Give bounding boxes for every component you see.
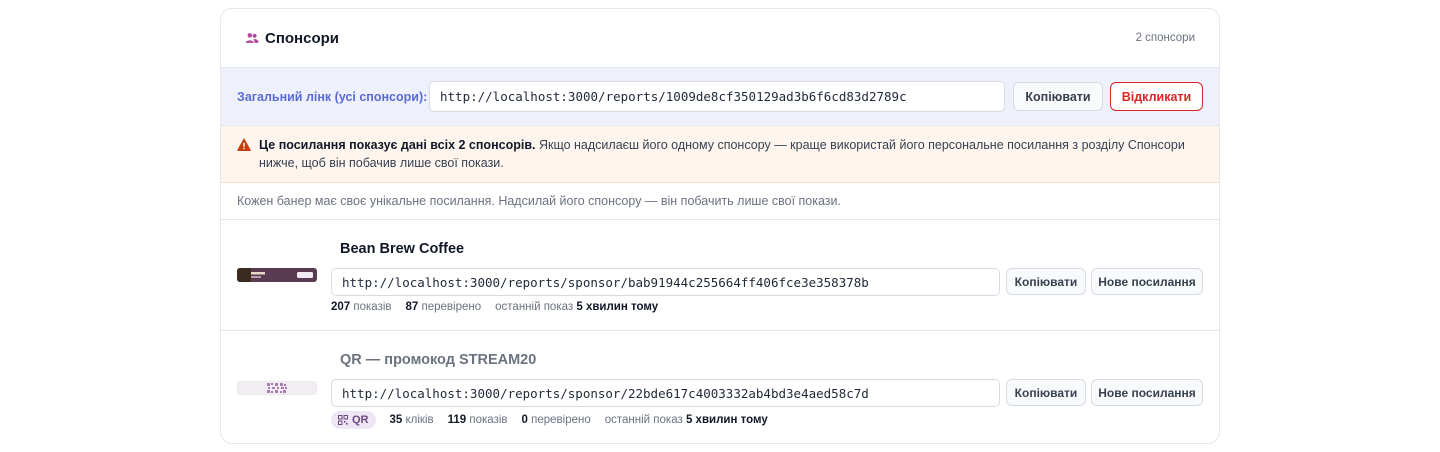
stat-last-impression: останній показ 5 хвилин тому xyxy=(604,414,768,426)
qr-code-icon xyxy=(338,415,348,425)
page-title: Спонсори xyxy=(265,29,340,47)
stat-impressions: 119 показів xyxy=(447,414,508,426)
general-link-label: Загальний лінк (усі спонсори): xyxy=(237,89,428,104)
banner-link-input[interactable]: http://localhost:3000/reports/sponsor/ba… xyxy=(331,268,1000,296)
sponsor-count: 2 спонсори xyxy=(1135,32,1195,44)
stat-last-impression: останній показ 5 хвилин тому xyxy=(495,301,659,313)
stat-clicks: 35 кліків xyxy=(389,414,434,426)
warning-triangle-icon xyxy=(237,138,251,151)
copy-banner-link-button[interactable]: Копіювати xyxy=(1006,268,1086,295)
general-link-input[interactable]: http://localhost:3000/reports/1009de8cf3… xyxy=(429,81,1005,112)
banner-row: Bean Brew Coffee http://localhost:3000/r… xyxy=(221,220,1219,331)
warning-banner: Це посилання показує дані всіх 2 спонсор… xyxy=(221,126,1219,183)
banner-name: QR — промокод STREAM20 xyxy=(340,352,537,368)
banner-link-input[interactable]: http://localhost:3000/reports/sponsor/22… xyxy=(331,379,1000,407)
panel-title-group: Спонсори xyxy=(245,30,339,47)
new-link-button[interactable]: Нове посилання xyxy=(1091,379,1203,406)
qr-banner-thumbnail xyxy=(237,381,317,395)
stat-verified: 0 перевірено xyxy=(521,414,591,426)
sponsors-panel: Спонсори 2 спонсори Загальний лінк (усі … xyxy=(220,8,1220,444)
revoke-link-button[interactable]: Відкликати xyxy=(1110,82,1203,111)
banner-stats: 207 показів 87 перевірено останній показ… xyxy=(331,301,672,313)
stat-verified: 87 перевірено xyxy=(405,301,482,313)
banner-thumbnail xyxy=(237,268,317,282)
qr-badge: QR xyxy=(331,411,376,429)
copy-general-link-button[interactable]: Копіювати xyxy=(1013,82,1103,111)
new-link-button[interactable]: Нове посилання xyxy=(1091,268,1203,295)
warning-text: Це посилання показує дані всіх 2 спонсор… xyxy=(259,136,1203,182)
users-icon xyxy=(245,33,259,43)
warning-bold: Це посилання показує дані всіх 2 спонсор… xyxy=(259,138,536,152)
general-link-row: Загальний лінк (усі спонсори): http://lo… xyxy=(221,68,1219,126)
banner-row: QR — промокод STREAM20 http://localhost:… xyxy=(221,331,1219,443)
panel-header: Спонсори 2 спонсори xyxy=(221,9,1219,68)
copy-banner-link-button[interactable]: Копіювати xyxy=(1006,379,1086,406)
stat-impressions: 207 показів xyxy=(331,301,392,313)
banner-name: Bean Brew Coffee xyxy=(340,241,465,257)
banner-stats: QR 35 кліків 119 показів 0 перевірено ос… xyxy=(331,411,782,429)
banner-note: Кожен банер має своє унікальне посилання… xyxy=(221,183,1219,220)
